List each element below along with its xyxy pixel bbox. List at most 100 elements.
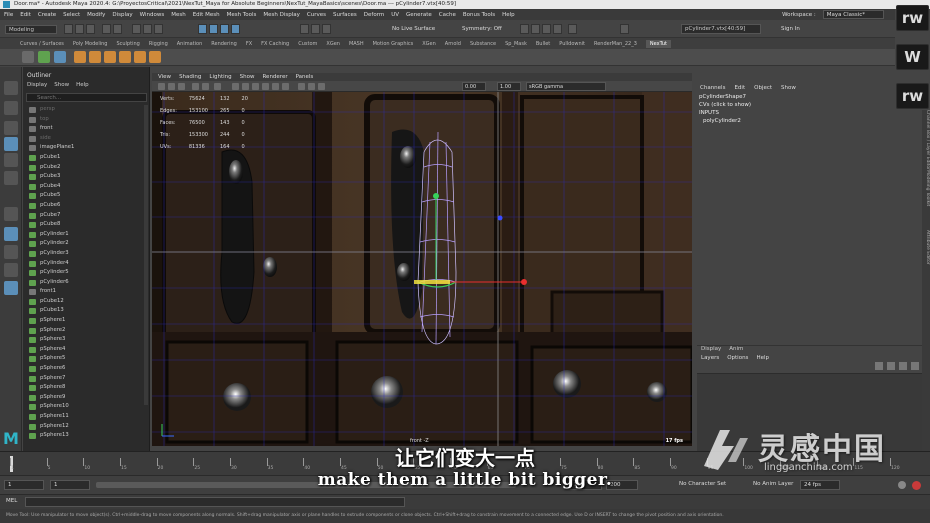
outliner-item[interactable]: pCube5: [26, 191, 142, 201]
shelf-tab-fx[interactable]: FX: [246, 41, 252, 47]
arnold-render-icon[interactable]: [620, 24, 629, 34]
shelf-tab-mash[interactable]: MASH: [349, 41, 364, 47]
shelf-tab-pulldownit[interactable]: Pulldownit: [559, 41, 585, 47]
poly-torus-icon[interactable]: [134, 51, 146, 63]
outliner-search-input[interactable]: Search...: [26, 93, 147, 102]
single-pane-layout-icon[interactable]: [4, 207, 18, 221]
rotate-tool-icon[interactable]: [4, 153, 18, 167]
outliner-item[interactable]: pSphere10: [26, 402, 142, 412]
move-shelf-icon[interactable]: [22, 51, 34, 63]
script-mode-label[interactable]: MEL: [6, 498, 17, 504]
textured-icon[interactable]: [262, 83, 269, 90]
ipr-render-icon[interactable]: [542, 24, 551, 34]
select-hierarchy-icon[interactable]: [132, 24, 141, 34]
outliner-item[interactable]: pSphere7: [26, 374, 142, 384]
new-scene-icon[interactable]: [64, 24, 73, 34]
paint-select-tool-icon[interactable]: [4, 121, 18, 135]
outliner-item[interactable]: persp: [26, 105, 142, 115]
outliner-item[interactable]: pSphere13: [26, 431, 142, 441]
layer-menu-layers[interactable]: Layers: [701, 355, 719, 361]
outliner-item[interactable]: pCylinder6: [26, 278, 142, 288]
viewport-menu-shading[interactable]: Shading: [179, 74, 201, 80]
lasso-tool-icon[interactable]: [4, 101, 18, 115]
color-space-dropdown[interactable]: sRGB gamma: [526, 82, 606, 91]
outliner-menu-help[interactable]: Help: [76, 82, 89, 88]
shelf-tab-xgen[interactable]: XGen: [422, 41, 436, 47]
outliner-item[interactable]: pCube3: [26, 172, 142, 182]
select-shelf-icon[interactable]: [54, 51, 66, 63]
save-scene-icon[interactable]: [86, 24, 95, 34]
lights-icon[interactable]: [272, 83, 279, 90]
outliner-item[interactable]: pCube4: [26, 182, 142, 192]
xray-icon[interactable]: [308, 83, 315, 90]
channel-box-menu-object[interactable]: Object: [754, 85, 772, 91]
outliner-item[interactable]: front1: [26, 287, 142, 297]
camera-attributes-icon[interactable]: [168, 83, 175, 90]
side-tab[interactable]: Modeling Toolkit: [922, 170, 930, 206]
shelf-tab-rigging[interactable]: Rigging: [149, 41, 168, 47]
snap-point-icon[interactable]: [322, 24, 331, 34]
menu-display[interactable]: Display: [112, 12, 132, 18]
shelf-tab-sculpting[interactable]: Sculpting: [116, 41, 139, 47]
scale-tool-icon[interactable]: [4, 171, 18, 185]
new-layer-from-selection-icon[interactable]: [911, 362, 919, 370]
select-tool-icon[interactable]: [4, 81, 18, 95]
xray-joints-icon[interactable]: [318, 83, 325, 90]
outliner-item[interactable]: pCube7: [26, 211, 142, 221]
viewport-menu-show[interactable]: Show: [240, 74, 255, 80]
outliner-item[interactable]: pCylinder3: [26, 249, 142, 259]
menu-modify[interactable]: Modify: [87, 12, 105, 18]
menu-mesh-tools[interactable]: Mesh Tools: [227, 12, 257, 18]
face-mask-icon[interactable]: [220, 24, 229, 34]
outliner-item[interactable]: pSphere1: [26, 316, 142, 326]
shelf-tab-fx-caching[interactable]: FX Caching: [261, 41, 289, 47]
shelf-tab-bullet[interactable]: Bullet: [536, 41, 550, 47]
move-layer-down-icon[interactable]: [887, 362, 895, 370]
outliner-item[interactable]: pCylinder2: [26, 239, 142, 249]
outliner-item[interactable]: pCylinder5: [26, 268, 142, 278]
viewport-menu-renderer[interactable]: Renderer: [262, 74, 287, 80]
grid-toggle-icon[interactable]: [202, 83, 209, 90]
menu-edit[interactable]: Edit: [20, 12, 31, 18]
outliner-item[interactable]: pSphere8: [26, 383, 142, 393]
viewport-front[interactable]: Verts: 75624 132 20 Edges: 153100 265 0 Faces: 76…: [152, 92, 692, 446]
move-layer-up-icon[interactable]: [875, 362, 883, 370]
layer-menu-options[interactable]: Options: [727, 355, 748, 361]
menu-help[interactable]: Help: [502, 12, 515, 18]
channel-box-menu-show[interactable]: Show: [781, 85, 796, 91]
shelf-tab-animation[interactable]: Animation: [177, 41, 203, 47]
side-by-side-layout-icon[interactable]: [4, 245, 18, 259]
film-gate-icon[interactable]: [214, 83, 221, 90]
menu-create[interactable]: Create: [38, 12, 56, 18]
layer-menu-help[interactable]: Help: [756, 355, 769, 361]
side-tab[interactable]: Attribute Editor: [922, 230, 930, 265]
redo-icon[interactable]: [113, 24, 122, 34]
shelf-tab-arnold[interactable]: Arnold: [445, 41, 461, 47]
outliner-item[interactable]: pCube13: [26, 306, 142, 316]
poly-cone-icon[interactable]: [119, 51, 131, 63]
poly-plane-icon[interactable]: [149, 51, 161, 63]
render-view-icon[interactable]: [520, 24, 529, 34]
menu-uv[interactable]: UV: [391, 12, 399, 18]
sign-in-label[interactable]: Sign In: [781, 24, 800, 34]
menu-surfaces[interactable]: Surfaces: [333, 12, 357, 18]
select-object-icon[interactable]: [143, 24, 152, 34]
hypershade-icon[interactable]: [568, 24, 577, 34]
menu-generate[interactable]: Generate: [406, 12, 432, 18]
move-tool-icon[interactable]: [4, 137, 18, 151]
outliner-item[interactable]: pCube2: [26, 163, 142, 173]
menu-select[interactable]: Select: [63, 12, 80, 18]
outliner-item[interactable]: pSphere3: [26, 335, 142, 345]
select-camera-icon[interactable]: [158, 83, 165, 90]
layer-tab-anim[interactable]: Anim: [729, 346, 743, 352]
shelf-tab-motion-graphics[interactable]: Motion Graphics: [373, 41, 414, 47]
outliner-item[interactable]: pCube6: [26, 201, 142, 211]
menu-bonus-tools[interactable]: Bonus Tools: [463, 12, 495, 18]
outliner-item[interactable]: pSphere11: [26, 412, 142, 422]
shelf-tab-curves-surfaces[interactable]: Curves / Surfaces: [20, 41, 64, 47]
shelf-tab-xgen[interactable]: XGen: [326, 41, 340, 47]
shelf-tab-substance[interactable]: Substance: [470, 41, 496, 47]
input-node-name[interactable]: polyCylinder2: [703, 118, 741, 124]
viewport-menu-lighting[interactable]: Lighting: [209, 74, 231, 80]
bookmarks-icon[interactable]: [178, 83, 185, 90]
